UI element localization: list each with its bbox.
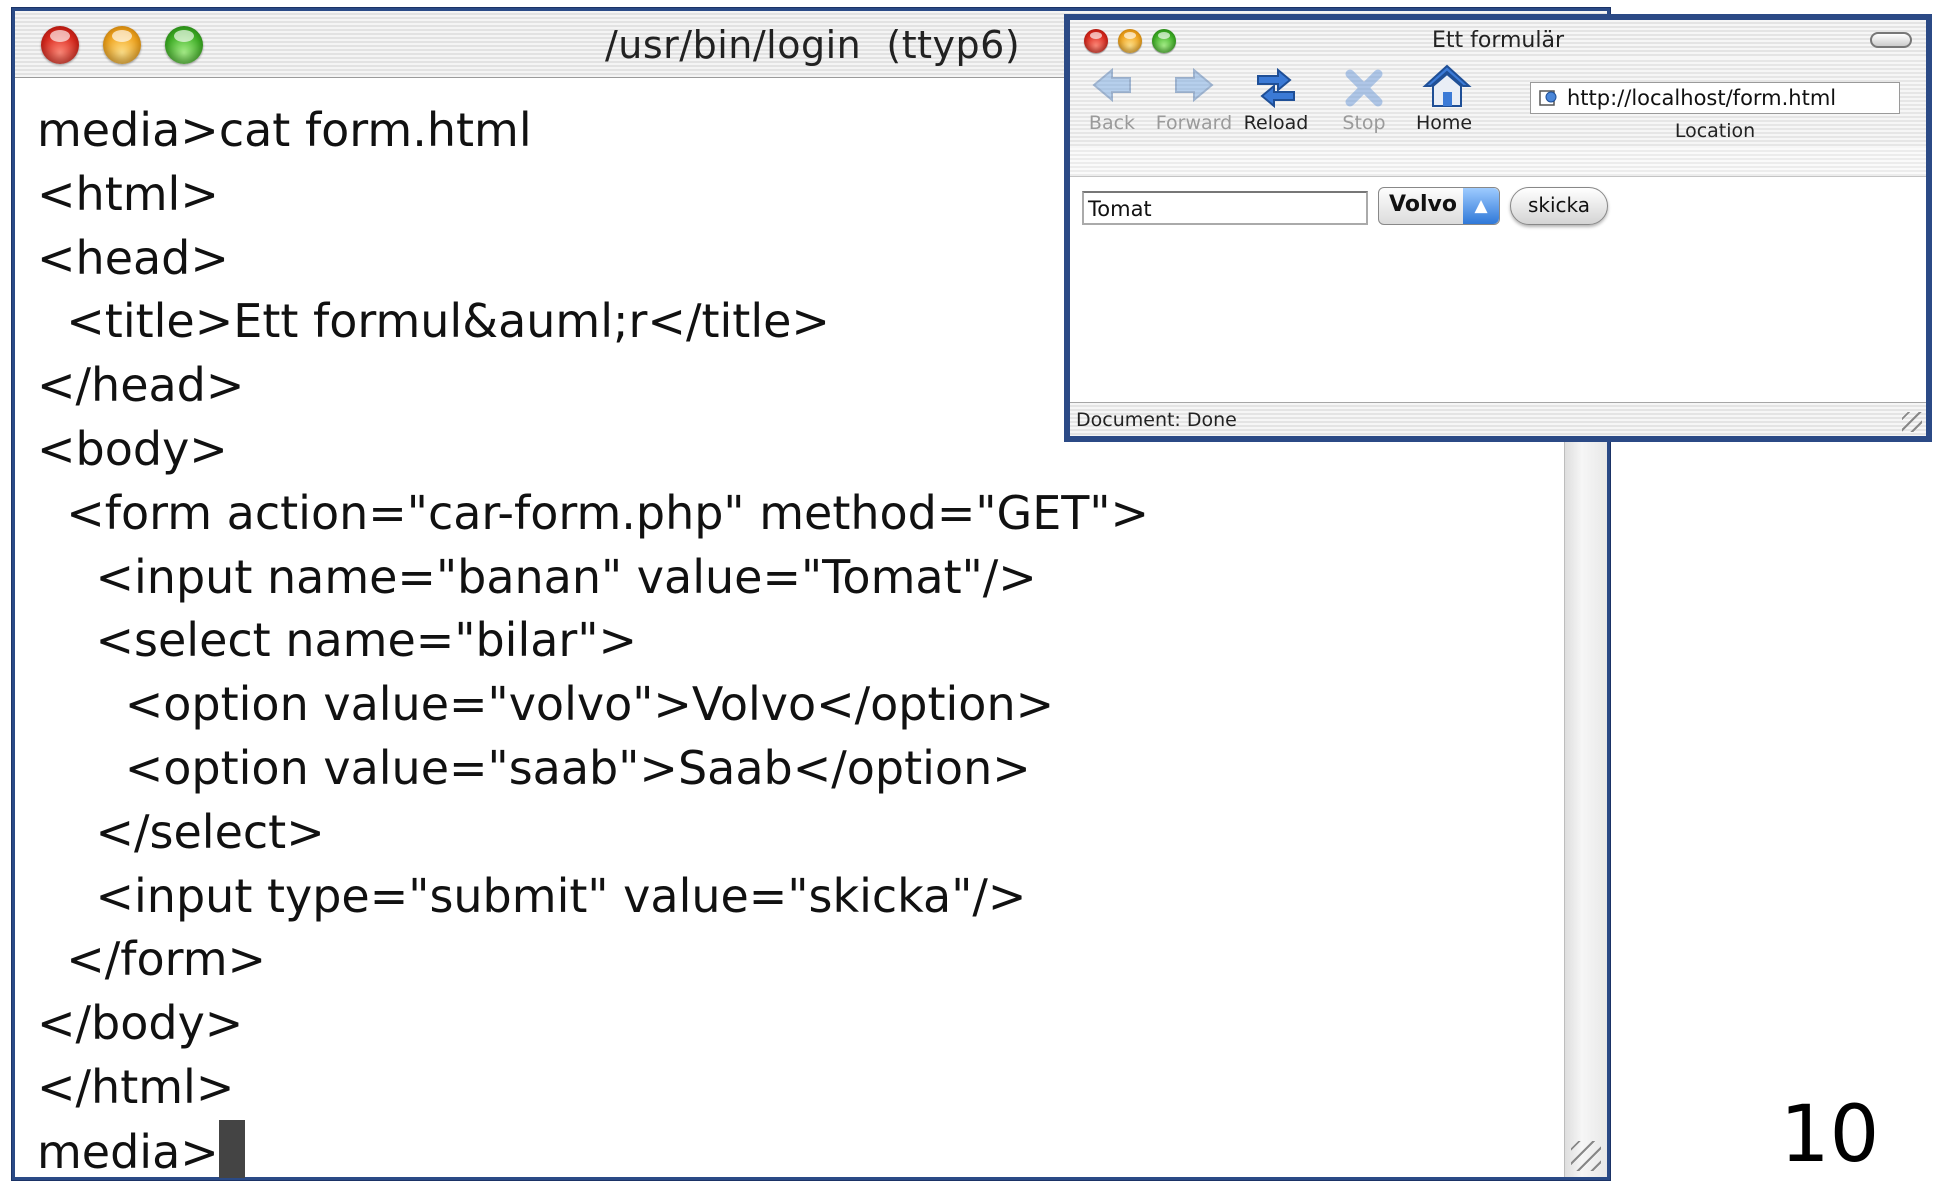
zoom-button[interactable]: [165, 26, 203, 64]
code-line: <input type="submit" value="skicka"/>: [37, 868, 1027, 923]
resize-grip-icon[interactable]: [1902, 412, 1922, 432]
prompt-line: media>: [37, 1119, 1565, 1184]
home-icon: [1422, 62, 1472, 108]
code-line: <select name="bilar">: [37, 613, 638, 668]
browser-window: Ett formulär Back Forward Reload Stop Ho…: [1064, 14, 1932, 442]
back-label: Back: [1088, 112, 1136, 134]
slide-number: 10: [1780, 1090, 1880, 1180]
location-field[interactable]: http://localhost/form.html: [1530, 82, 1900, 114]
reload-icon: [1254, 62, 1298, 109]
code-line: </form>: [37, 932, 267, 987]
select-arrows-icon: ▲︎: [1463, 188, 1499, 224]
home-label: Home: [1415, 112, 1473, 134]
browser-titlebar: Ett formulär: [1070, 20, 1926, 58]
banan-text-input[interactable]: Tomat: [1082, 191, 1368, 225]
stop-icon: [1342, 62, 1386, 108]
forward-label: Forward: [1155, 112, 1233, 134]
code-line: <option value="saab">Saab</option>: [37, 740, 1031, 795]
reload-button[interactable]: Reload: [1232, 62, 1320, 134]
stop-label: Stop: [1342, 112, 1386, 134]
stop-button[interactable]: Stop: [1320, 62, 1408, 134]
location-icon: [1539, 88, 1559, 108]
select-value: Volvo: [1389, 192, 1457, 217]
code-line: </select>: [37, 804, 325, 859]
back-arrow-icon: [1090, 62, 1134, 108]
home-button[interactable]: Home: [1400, 62, 1488, 134]
reload-label: Reload: [1243, 112, 1309, 134]
code-line: </body>: [37, 996, 244, 1051]
location-url: http://localhost/form.html: [1567, 86, 1837, 110]
location-label: Location: [1674, 120, 1756, 142]
forward-button[interactable]: Forward: [1150, 62, 1238, 134]
shell-prompt: media>: [37, 1124, 219, 1179]
toolbar-separator: [1070, 148, 1926, 177]
status-bar: Document: Done: [1070, 402, 1926, 436]
page-content: Tomat Volvo ▲︎ skicka: [1070, 177, 1926, 402]
toolbar-toggle-button[interactable]: [1870, 32, 1912, 48]
text-cursor: [218, 1119, 245, 1178]
forward-arrow-icon: [1172, 62, 1216, 108]
code-line: </html>: [37, 1059, 235, 1114]
status-text: Document: Done: [1076, 409, 1237, 431]
code-line: <option value="volvo">Volvo</option>: [37, 677, 1055, 732]
close-button[interactable]: [41, 26, 79, 64]
code-line: <input name="banan" value="Tomat"/>: [37, 549, 1037, 604]
browser-title: Ett formulär: [1431, 28, 1565, 53]
terminal-title: /usr/bin/login (ttyp6): [605, 23, 1021, 67]
submit-button[interactable]: skicka: [1510, 187, 1608, 225]
bilar-select[interactable]: Volvo ▲︎: [1378, 187, 1500, 225]
code-line: <form action="car-form.php" method="GET"…: [37, 485, 1150, 540]
back-button[interactable]: Back: [1068, 62, 1156, 134]
browser-toolbar: Back Forward Reload Stop Home http://loc…: [1070, 58, 1926, 149]
minimize-button[interactable]: [103, 26, 141, 64]
resize-grip-icon[interactable]: [1571, 1141, 1601, 1171]
